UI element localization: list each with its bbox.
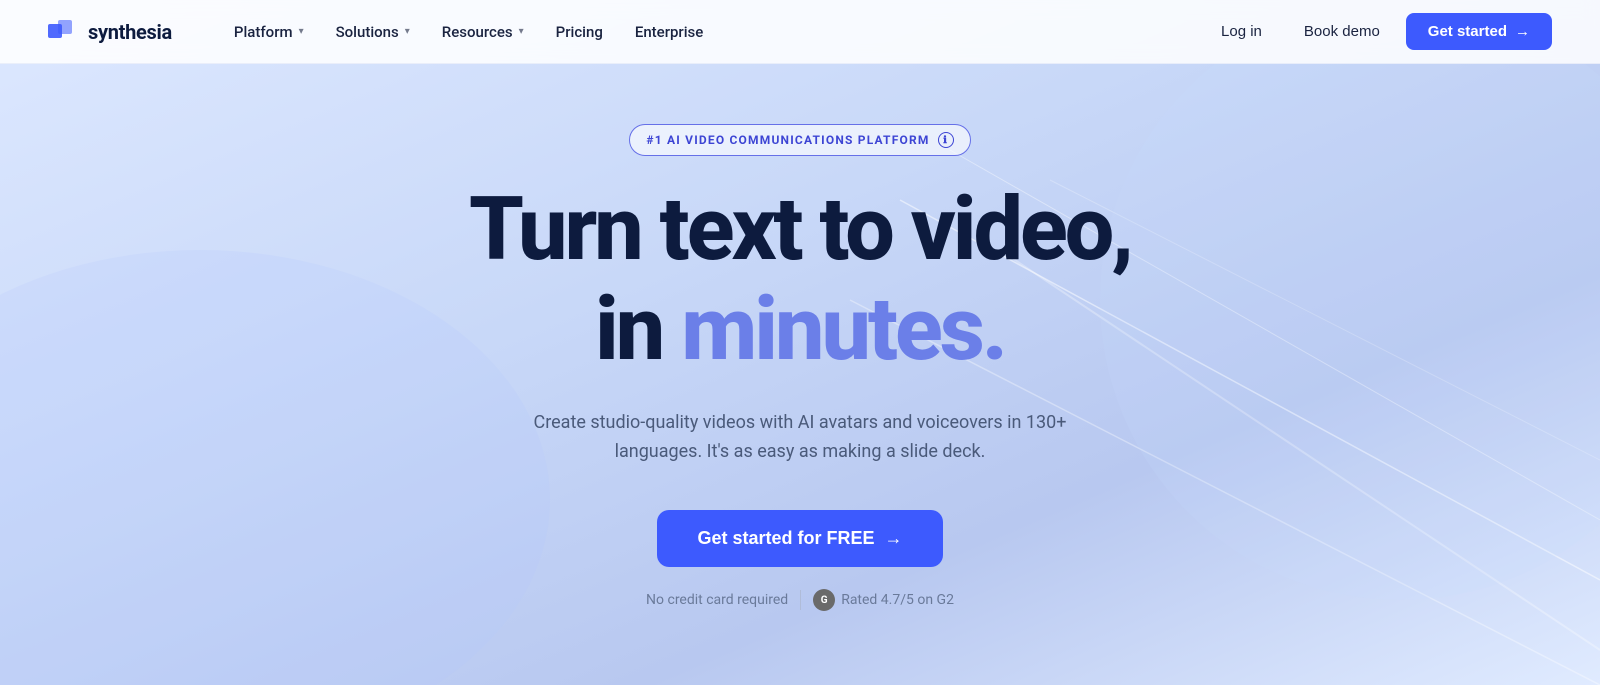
hero-subtitle: Create studio-quality videos with AI ava…: [510, 409, 1090, 467]
cta-button[interactable]: Get started for FREE →: [657, 510, 942, 567]
chevron-down-icon: ▾: [299, 26, 304, 37]
get-started-nav-button[interactable]: Get started →: [1406, 13, 1552, 50]
chevron-down-icon: ▾: [405, 26, 410, 37]
g2-badge: G Rated 4.7/5 on G2: [813, 589, 954, 611]
nav-links: Platform ▾ Solutions ▾ Resources ▾ Prici…: [220, 15, 1205, 49]
divider: [800, 590, 801, 610]
logo-link[interactable]: synthesia: [48, 20, 172, 44]
info-icon[interactable]: ℹ: [938, 132, 954, 148]
no-credit-card-text: No credit card required: [646, 592, 788, 608]
navbar: synthesia Platform ▾ Solutions ▾ Resourc…: [0, 0, 1600, 64]
hero-section: #1 AI VIDEO COMMUNICATIONS PLATFORM ℹ Tu…: [0, 64, 1600, 611]
hero-title-line2: in minutes.: [595, 284, 1005, 376]
nav-enterprise[interactable]: Enterprise: [621, 15, 717, 49]
nav-platform[interactable]: Platform ▾: [220, 15, 318, 49]
chevron-down-icon: ▾: [519, 26, 524, 37]
hero-footer-note: No credit card required G Rated 4.7/5 on…: [646, 589, 954, 611]
g2-rating-text: Rated 4.7/5 on G2: [841, 592, 954, 608]
book-demo-button[interactable]: Book demo: [1286, 15, 1398, 48]
hero-badge: #1 AI VIDEO COMMUNICATIONS PLATFORM ℹ: [629, 124, 970, 156]
arrow-icon: →: [885, 528, 903, 549]
nav-solutions[interactable]: Solutions ▾: [322, 15, 424, 49]
nav-pricing[interactable]: Pricing: [542, 15, 617, 49]
login-button[interactable]: Log in: [1205, 15, 1278, 48]
logo-icon: [48, 20, 80, 44]
hero-highlight: minutes.: [681, 278, 1005, 381]
arrow-icon: →: [1515, 23, 1530, 40]
nav-resources[interactable]: Resources ▾: [428, 15, 538, 49]
logo-text: synthesia: [88, 20, 172, 44]
page-wrapper: synthesia Platform ▾ Solutions ▾ Resourc…: [0, 0, 1600, 685]
nav-right: Log in Book demo Get started →: [1205, 13, 1552, 50]
hero-title-line1: Turn text to video,: [469, 184, 1131, 276]
g2-icon: G: [813, 589, 835, 611]
